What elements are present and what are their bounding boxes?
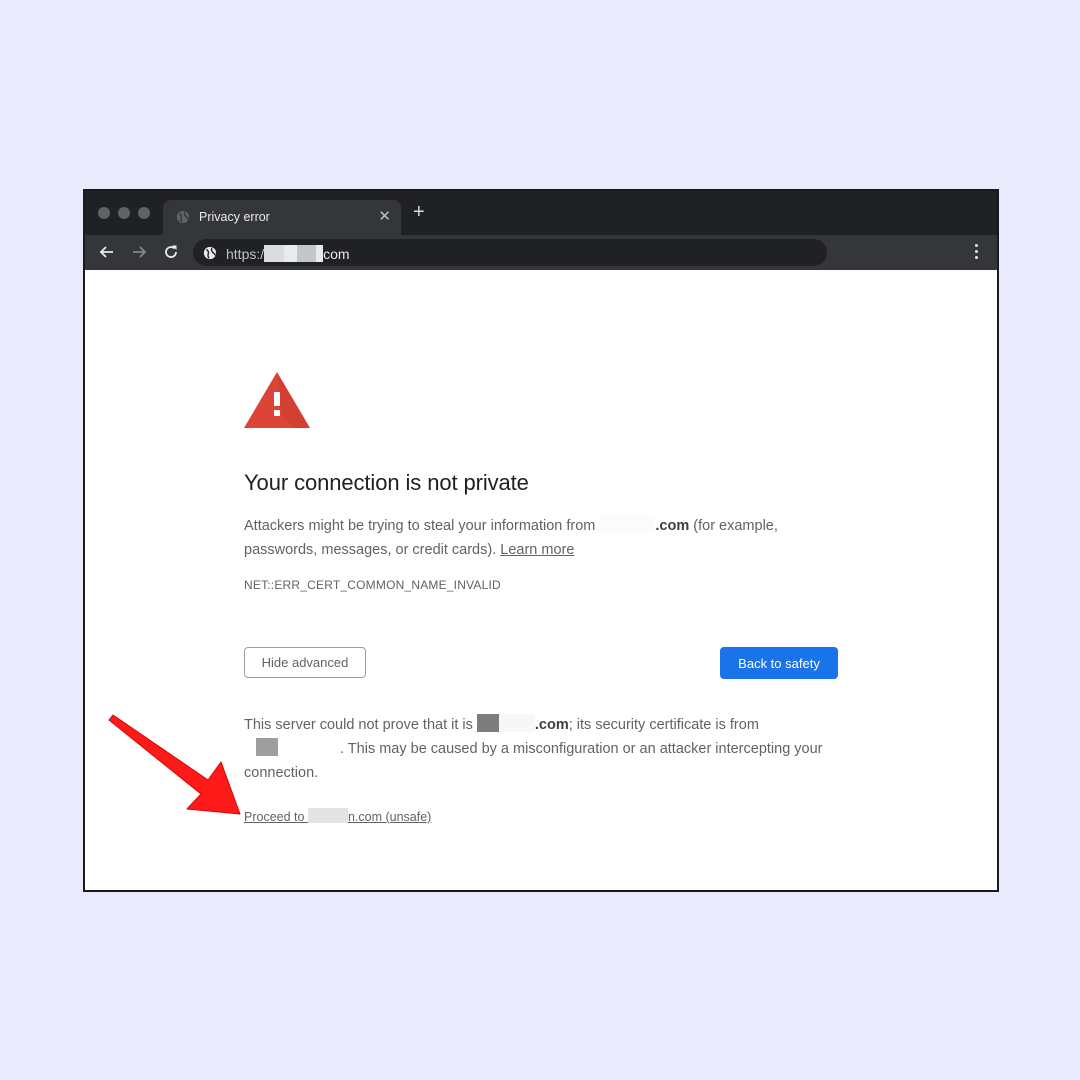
- close-icon[interactable]: ✕: [378, 207, 391, 225]
- domain-text: .com: [655, 518, 690, 534]
- link-text: n.com (unsafe): [347, 810, 432, 824]
- redacted-block: [307, 808, 348, 823]
- link-text: Proceed to: [244, 810, 308, 824]
- error-code: NET::ERR_CERT_COMMON_NAME_INVALID: [244, 578, 501, 592]
- address-bar[interactable]: https:/ com: [193, 239, 827, 266]
- url-scheme: https:/: [226, 246, 265, 262]
- window-minimize-button[interactable]: [118, 207, 130, 219]
- window-close-button[interactable]: [98, 207, 110, 219]
- browser-window: Privacy error ✕ + https:/ com Your connec…: [83, 189, 999, 892]
- warning-paragraph: Attackers might be trying to steal your …: [244, 514, 844, 562]
- new-tab-button[interactable]: +: [413, 202, 425, 222]
- window-zoom-button[interactable]: [138, 207, 150, 219]
- toolbar: https:/ com: [85, 235, 997, 270]
- globe-icon: [176, 210, 190, 224]
- paragraph-text: ; its security certificate is from: [568, 717, 759, 733]
- redacted-block: [297, 245, 317, 262]
- back-to-safety-button[interactable]: Back to safety: [720, 647, 838, 679]
- proceed-unsafe-link[interactable]: Proceed to n.com (unsafe): [244, 808, 431, 824]
- domain-text: .com: [534, 717, 569, 733]
- url-host-suffix: com: [323, 246, 350, 262]
- tab-privacy-error[interactable]: Privacy error ✕: [163, 200, 401, 235]
- page-title: Your connection is not private: [244, 470, 529, 495]
- globe-icon: [203, 246, 217, 260]
- redacted-block: [284, 245, 298, 262]
- redacted-block: [476, 714, 499, 732]
- tab-strip: Privacy error ✕ +: [85, 191, 997, 235]
- redacted-block: [599, 515, 656, 533]
- warning-triangle-icon: [244, 372, 310, 428]
- redacted-block: [278, 738, 340, 756]
- certificate-details-paragraph: This server could not prove that it is .…: [244, 713, 834, 785]
- tab-title: Privacy error: [199, 210, 270, 224]
- redacted-block: [264, 245, 285, 262]
- reload-icon[interactable]: [161, 242, 181, 262]
- paragraph-text: Attackers might be trying to steal your …: [244, 518, 600, 534]
- redacted-block: [256, 738, 278, 756]
- hide-advanced-button[interactable]: Hide advanced: [244, 647, 366, 678]
- learn-more-link[interactable]: Learn more: [500, 542, 574, 558]
- kebab-menu-icon[interactable]: [975, 244, 979, 262]
- url-text: https:/ com: [226, 245, 350, 262]
- forward-arrow-icon[interactable]: [129, 242, 149, 262]
- redacted-block: [498, 714, 535, 732]
- back-arrow-icon[interactable]: [97, 242, 117, 262]
- paragraph-text: This server could not prove that it is: [244, 717, 477, 733]
- interstitial-page: Your connection is not private Attackers…: [85, 270, 997, 890]
